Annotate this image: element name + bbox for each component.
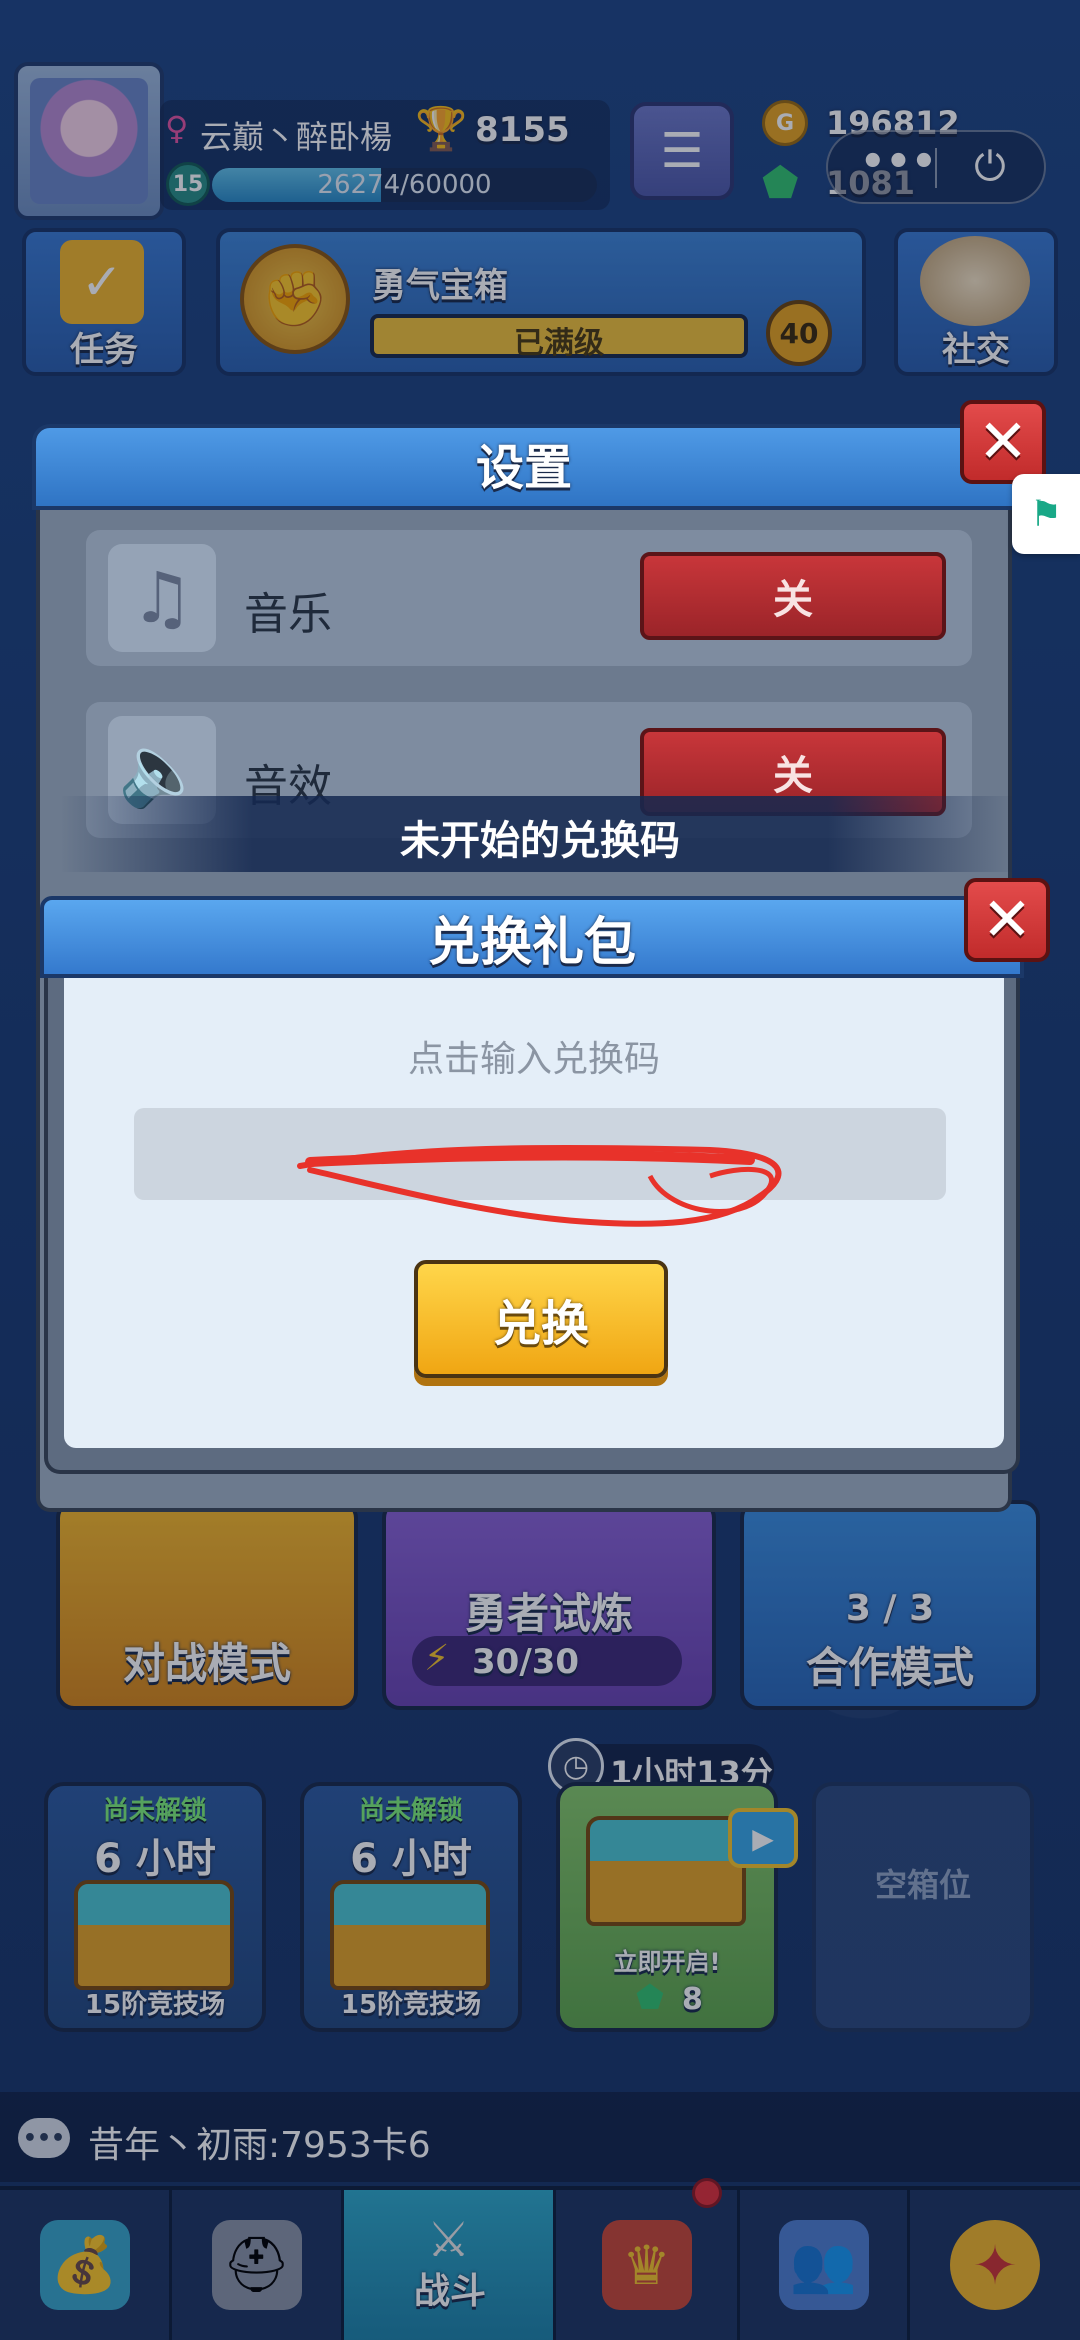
floating-assistant-icon[interactable]: ⚑: [1012, 474, 1080, 554]
setting-music-label: 音乐: [244, 589, 332, 640]
redeem-button[interactable]: 兑换: [414, 1260, 668, 1378]
redeem-dialog-title: 兑换礼包: [427, 913, 636, 973]
music-note-icon: ♫: [108, 544, 216, 652]
redeem-hint: 点击输入兑换码: [407, 1039, 660, 1080]
music-toggle[interactable]: 关: [640, 552, 946, 640]
toast-text: 未开始的兑换码: [400, 818, 680, 864]
redaction-scribble: [297, 1144, 782, 1227]
close-icon: ✕: [977, 407, 1029, 477]
redeem-close-button[interactable]: ✕: [964, 878, 1050, 962]
settings-title: 设置: [475, 440, 572, 496]
close-icon: ✕: [981, 885, 1033, 955]
settings-close-button[interactable]: ✕: [960, 400, 1046, 484]
